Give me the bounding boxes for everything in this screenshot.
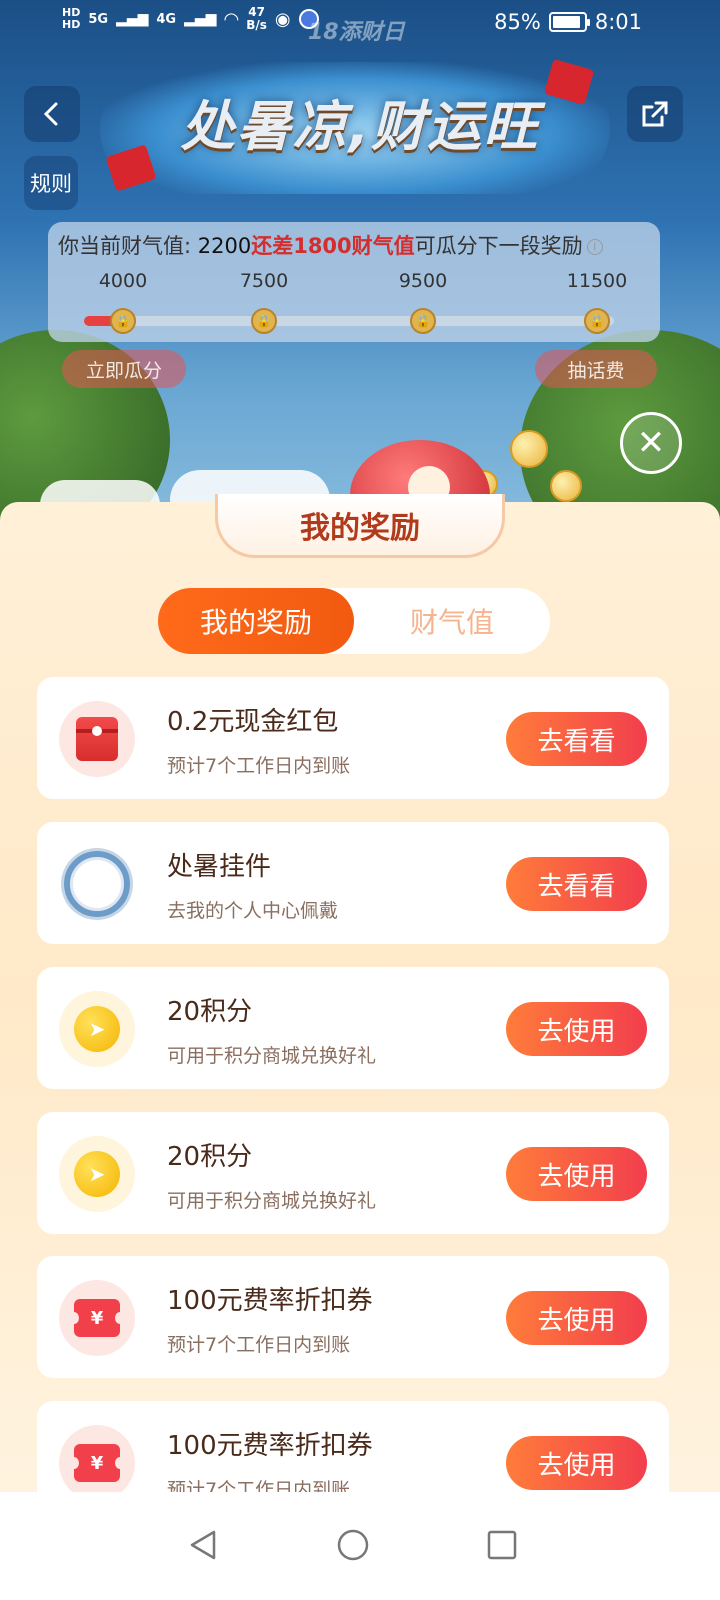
use-button[interactable]: 去使用 xyxy=(506,1436,647,1490)
points-coin-icon: ➤ xyxy=(59,1136,135,1212)
use-button[interactable]: 去使用 xyxy=(506,1002,647,1056)
reward-card: ➤ 20积分 可用于积分商城兑换好礼 去使用 xyxy=(37,967,669,1089)
claim-button[interactable]: 立即瓜分 xyxy=(62,350,186,388)
coupon-icon: ¥ xyxy=(59,1425,135,1492)
reward-card: ¥ 100元费率折扣券 预计7个工作日内到账 去使用 xyxy=(37,1256,669,1378)
use-button[interactable]: 去使用 xyxy=(506,1147,647,1201)
clock: 8:01 xyxy=(594,10,642,34)
view-button[interactable]: 去看看 xyxy=(506,712,647,766)
reward-subtitle: 可用于积分商城兑换好礼 xyxy=(167,1045,377,1067)
reward-subtitle: 预计7个工作日内到账 xyxy=(167,755,351,777)
use-button[interactable]: 去使用 xyxy=(506,1291,647,1345)
reward-title: 0.2元现金红包 xyxy=(167,707,339,737)
progress-card: 你当前财气值: 2200还差1800财气值可瓜分下一段奖励 i 4000 7500… xyxy=(48,222,660,342)
hd-badge: HD xyxy=(62,18,81,31)
banner-title: 处暑凉,财运旺 xyxy=(180,95,540,158)
reward-title: 20积分 xyxy=(167,1142,253,1172)
reward-tab-switch: 我的奖励 财气值 xyxy=(158,588,550,654)
milestone-label: 4000 xyxy=(98,270,148,292)
points-coin-icon: ➤ xyxy=(59,991,135,1067)
rules-button[interactable]: 规则 xyxy=(24,156,78,210)
reward-subtitle: 预计7个工作日内到账 xyxy=(167,1479,351,1492)
milestone-label: 11500 xyxy=(566,270,628,292)
reward-card: ¥ 100元费率折扣券 预计7个工作日内到账 去使用 xyxy=(37,1401,669,1492)
sheet-title: 我的奖励 xyxy=(215,494,505,558)
share-icon xyxy=(642,101,668,127)
milestone-label: 7500 xyxy=(239,270,289,292)
reward-subtitle: 预计7个工作日内到账 xyxy=(167,1334,351,1356)
lock-icon: 🔒 xyxy=(110,308,136,334)
battery-icon xyxy=(548,12,590,32)
current-value: 2200 xyxy=(197,234,252,258)
background-brand-text: 18添财日 xyxy=(308,20,405,45)
reward-card: 处暑挂件 去我的个人中心佩戴 去看看 xyxy=(37,822,669,944)
view-button[interactable]: 去看看 xyxy=(506,857,647,911)
network-5g-label: 5G xyxy=(88,11,109,27)
reward-card: ➤ 20积分 可用于积分商城兑换好礼 去使用 xyxy=(37,1112,669,1234)
battery-percent: 85% xyxy=(494,10,541,34)
back-button[interactable] xyxy=(24,86,80,142)
system-nav-bar xyxy=(0,1492,720,1600)
progress-message: 你当前财气值: 2200还差1800财气值可瓜分下一段奖励 i xyxy=(58,230,603,260)
lock-icon: 🔒 xyxy=(410,308,436,334)
signal-icon: ▂▄▆ xyxy=(116,11,149,27)
reward-title: 100元费率折扣券 xyxy=(167,1431,373,1461)
tab-my-rewards[interactable]: 我的奖励 xyxy=(158,588,354,654)
status-bar: HD HD 5G ▂▄▆ 4G ▂▄▆ ◠ 47 B/s ◉ 18添财日 85%… xyxy=(0,0,720,52)
network-4g-label: 4G xyxy=(156,11,177,27)
milestone-label: 9500 xyxy=(398,270,448,292)
gap-text: 还差1800财气值 xyxy=(251,234,415,258)
nav-recents-icon[interactable] xyxy=(485,1528,519,1562)
reward-title: 20积分 xyxy=(167,997,253,1027)
network-speed: 47 B/s xyxy=(246,5,267,32)
lock-icon: 🔒 xyxy=(584,308,610,334)
share-button[interactable] xyxy=(627,86,683,142)
draw-phone-fee-button[interactable]: 抽话费 xyxy=(535,350,657,388)
lock-icon: 🔒 xyxy=(251,308,277,334)
wechat-icon: ◉ xyxy=(274,8,291,30)
info-icon[interactable]: i xyxy=(586,239,603,255)
nav-back-icon[interactable] xyxy=(186,1528,220,1562)
red-envelope-icon xyxy=(59,701,135,777)
tab-fortune-value[interactable]: 财气值 xyxy=(354,588,550,654)
reward-title: 处暑挂件 xyxy=(167,852,272,882)
nav-home-icon[interactable] xyxy=(336,1528,370,1562)
reward-subtitle: 可用于积分商城兑换好礼 xyxy=(167,1190,377,1212)
signal-icon: ▂▄▆ xyxy=(184,11,217,27)
reward-subtitle: 去我的个人中心佩戴 xyxy=(167,900,339,922)
wifi-icon: ◠ xyxy=(224,8,239,30)
progress-track xyxy=(84,316,614,326)
chevron-left-icon xyxy=(43,102,58,126)
avatar-frame-icon xyxy=(59,846,135,922)
close-button[interactable]: ✕ xyxy=(620,412,682,474)
reward-title: 100元费率折扣券 xyxy=(167,1286,373,1316)
reward-card: 0.2元现金红包 预计7个工作日内到账 去看看 xyxy=(37,677,669,799)
coupon-icon: ¥ xyxy=(59,1280,135,1356)
close-icon: ✕ xyxy=(636,423,666,463)
